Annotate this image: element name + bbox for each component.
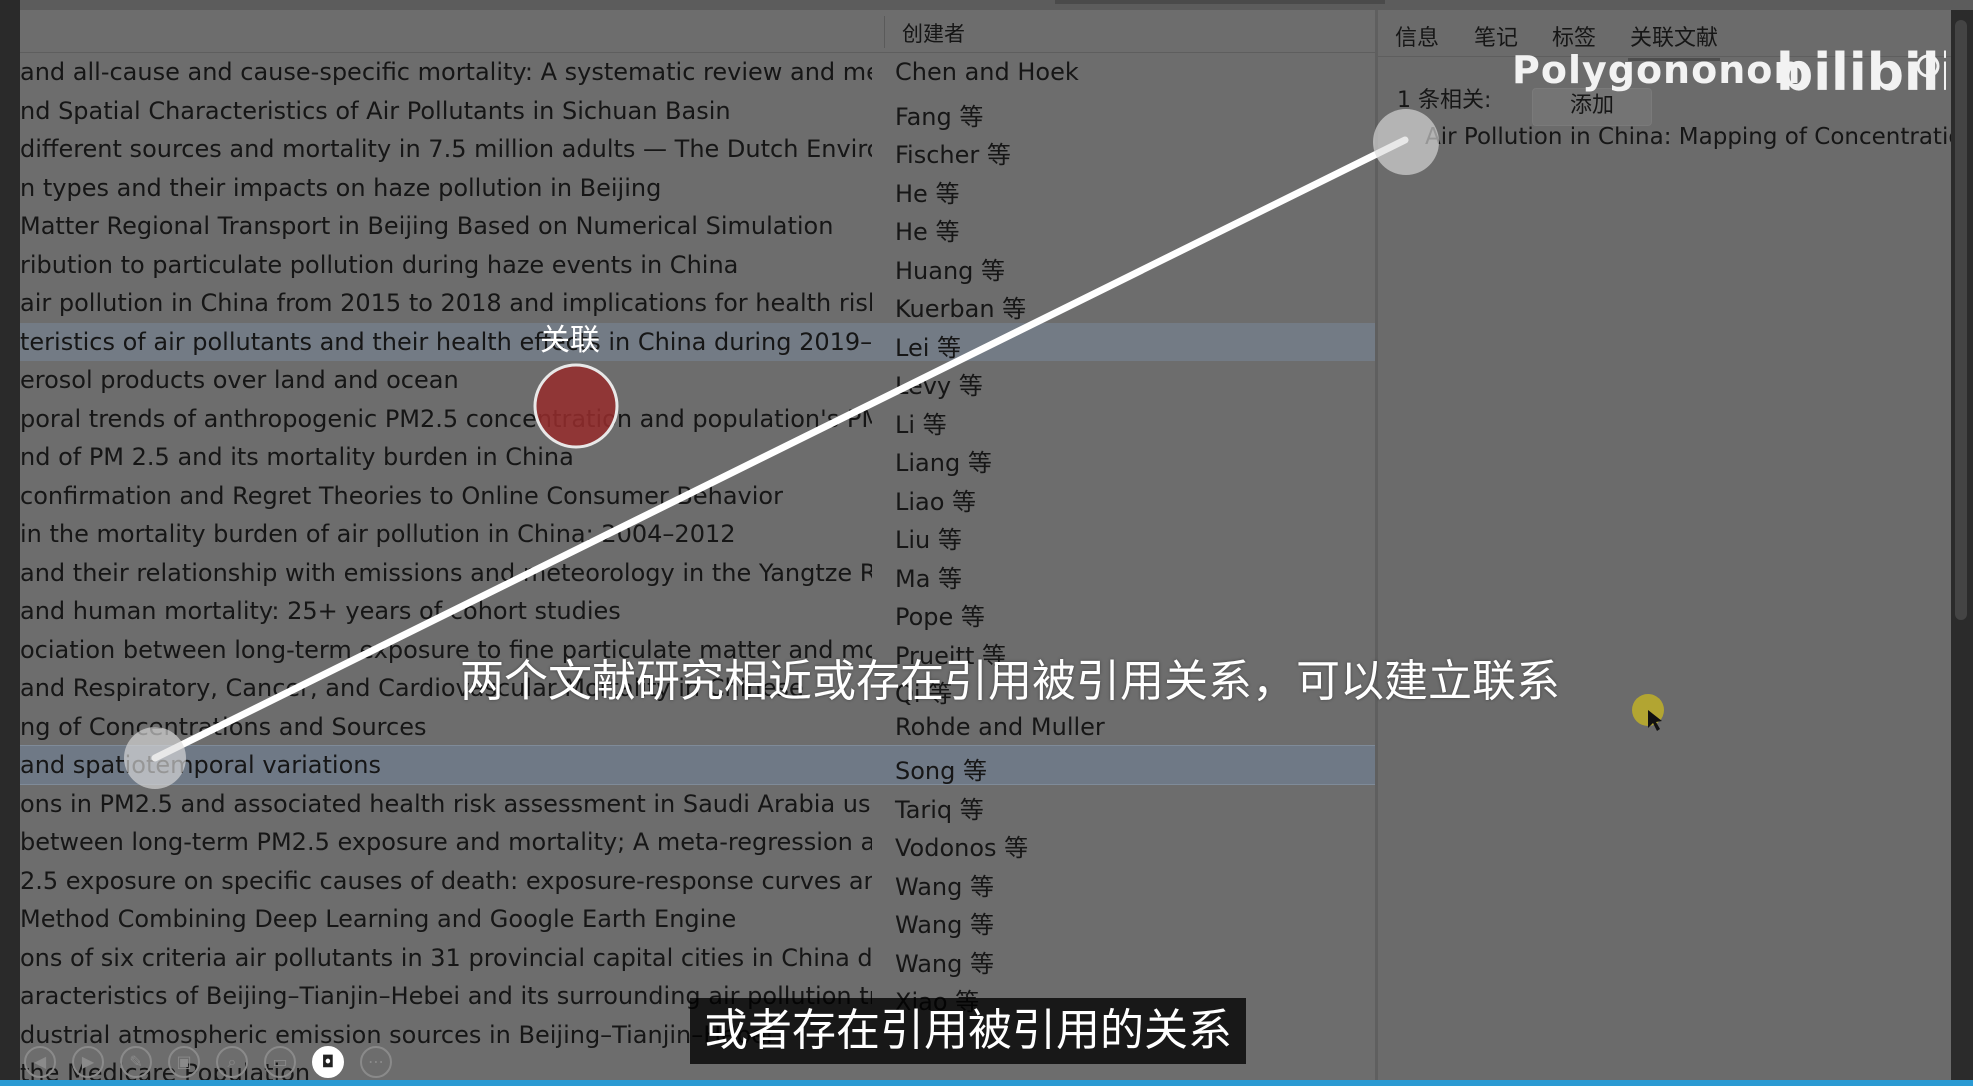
row-title: Method Combining Deep Learning and Googl… [20, 905, 737, 933]
row-creator: Levy 等 [895, 372, 983, 400]
top-strip [0, 0, 1973, 10]
row-title: air pollution in China from 2015 to 2018… [20, 289, 872, 317]
row-creator: Wang 等 [895, 949, 994, 978]
table-row[interactable]: erosol products over land and ocean Levy … [20, 361, 1375, 400]
items-table: 创建者 and all-cause and cause-specific mor… [20, 10, 1375, 1086]
pen-icon[interactable]: ✎ [120, 1046, 152, 1078]
row-title: nd Spatial Characteristics of Air Pollut… [20, 96, 731, 125]
scrollbar[interactable] [1951, 10, 1973, 1086]
table-row[interactable]: 2.5 exposure on specific causes of death… [20, 862, 1375, 901]
row-title: ribution to particulate pollution during… [20, 250, 739, 279]
table-row[interactable]: and human mortality: 25+ years of cohort… [20, 592, 1375, 631]
more-icon[interactable]: ⋯ [360, 1046, 392, 1078]
table-row[interactable]: ons in PM2.5 and associated health risk … [20, 785, 1375, 824]
tab-info[interactable]: 信息 [1393, 20, 1441, 52]
subtitle-caption: 或者存在引用被引用的关系 [690, 998, 1246, 1064]
add-related-button[interactable]: 添加 [1532, 88, 1652, 126]
screen-icon[interactable]: ▭ [264, 1046, 296, 1078]
row-title: different sources and mortality in 7.5 m… [20, 135, 872, 163]
layers-icon[interactable]: ▣ [168, 1046, 200, 1078]
row-title: ons of six criteria air pollutants in 31… [20, 943, 872, 972]
row-title: and their relationship with emissions an… [20, 558, 872, 587]
table-row[interactable]: poral trends of anthropogenic PM2.5 conc… [20, 400, 1375, 439]
row-creator: Rohde and Muller [895, 712, 1105, 741]
row-creator: Wang 等 [895, 872, 994, 901]
row-title: nd of PM 2.5 and its mortality burden in… [20, 443, 574, 471]
table-row[interactable]: and all-cause and cause-specific mortali… [20, 53, 1375, 91]
row-creator: Huang 等 [895, 256, 1006, 285]
row-creator: Wang 等 [895, 911, 994, 939]
column-divider[interactable] [884, 16, 885, 48]
table-row[interactable]: confirmation and Regret Theories to Onli… [20, 477, 1375, 516]
table-row[interactable]: in the mortality burden of air pollution… [20, 515, 1375, 554]
table-row[interactable]: ribution to particulate pollution during… [20, 246, 1375, 285]
top-strip-bar [1055, 0, 1385, 4]
related-item[interactable]: Air Pollution in China: Mapping of Conce… [1425, 124, 1973, 150]
row-title: n types and their impacts on haze pollut… [20, 173, 662, 202]
table-row[interactable]: between long-term PM2.5 exposure and mor… [20, 823, 1375, 862]
table-row[interactable]: Method Combining Deep Learning and Googl… [20, 900, 1375, 939]
table-header: 创建者 [20, 10, 1375, 53]
row-title: and human mortality: 25+ years of cohort… [20, 597, 621, 625]
row-title: erosol products over land and ocean [20, 366, 459, 394]
row-creator: He 等 [895, 218, 960, 246]
watermark-channel: Polygononon [1512, 48, 1802, 92]
row-title: Matter Regional Transport in Beijing Bas… [20, 212, 834, 240]
back-icon[interactable]: ◀ [24, 1046, 56, 1078]
zoom-icon[interactable]: ⌕ [216, 1046, 248, 1078]
table-row[interactable]: air pollution in China from 2015 to 2018… [20, 284, 1375, 323]
row-creator: Chen and Hoek [895, 58, 1079, 86]
left-edge [0, 0, 20, 1086]
row-creator: Kuerban 等 [895, 295, 1027, 323]
scrollbar-thumb[interactable] [1955, 20, 1967, 620]
click-label: 关联 [540, 323, 600, 358]
row-creator: Fischer 等 [895, 141, 1011, 169]
row-title: teristics of air pollutants and their he… [20, 327, 872, 356]
row-title: between long-term PM2.5 exposure and mor… [20, 828, 872, 856]
row-creator: Lei 等 [895, 333, 962, 362]
row-creator: Ma 等 [895, 564, 963, 593]
bilibili-logo-icon: bilibili [1776, 43, 1946, 102]
related-count: 1 条相关: [1397, 88, 1492, 113]
item-pane: 信息 笔记 标签 关联文献 1 条相关: 添加 Air Pollution in… [1378, 10, 1973, 1086]
subtitle-annotation: 两个文献研究相近或存在引用被引用关系，可以建立联系 [460, 656, 1560, 707]
table-row[interactable]: teristics of air pollutants and their he… [20, 322, 1375, 362]
table-row[interactable]: and their relationship with emissions an… [20, 554, 1375, 593]
camera-icon[interactable]: ◘ [312, 1046, 344, 1078]
row-title: and all-cause and cause-specific mortali… [20, 58, 872, 86]
row-creator: Pope 等 [895, 603, 985, 631]
row-title: in the mortality burden of air pollution… [20, 520, 736, 548]
row-creator: Song 等 [895, 757, 987, 785]
bottom-progress-bar [0, 1080, 1973, 1086]
table-row[interactable]: nd Spatial Characteristics of Air Pollut… [20, 92, 1375, 131]
column-header-creator[interactable]: 创建者 [902, 18, 965, 48]
row-title: confirmation and Regret Theories to Onli… [20, 481, 783, 510]
row-creator: Vodonos 等 [895, 834, 1029, 862]
row-creator: Liu 等 [895, 526, 962, 554]
row-title: and spatiotemporal variations [20, 751, 381, 779]
table-row[interactable]: and spatiotemporal variations Song 等 [20, 745, 1375, 785]
row-title: poral trends of anthropogenic PM2.5 conc… [20, 404, 872, 433]
table-row[interactable]: Matter Regional Transport in Beijing Bas… [20, 207, 1375, 246]
table-row[interactable]: ons of six criteria air pollutants in 31… [20, 939, 1375, 978]
row-creator: Fang 等 [895, 102, 984, 131]
row-creator: Li 等 [895, 410, 947, 439]
row-creator: Liang 等 [895, 449, 992, 477]
row-title: ng of Concentrations and Sources [20, 712, 427, 741]
table-row[interactable]: ng of Concentrations and Sources Rohde an… [20, 708, 1375, 746]
row-creator: Liao 等 [895, 487, 977, 516]
forward-icon[interactable]: ▶ [72, 1046, 104, 1078]
table-row[interactable]: different sources and mortality in 7.5 m… [20, 130, 1375, 169]
row-title: 2.5 exposure on specific causes of death… [20, 866, 872, 895]
row-title: ons in PM2.5 and associated health risk … [20, 789, 872, 818]
row-creator: He 等 [895, 179, 960, 208]
table-row[interactable]: n types and their impacts on haze pollut… [20, 169, 1375, 208]
table-row[interactable]: nd of PM 2.5 and its mortality burden in… [20, 438, 1375, 477]
row-creator: Tariq 等 [895, 795, 984, 824]
